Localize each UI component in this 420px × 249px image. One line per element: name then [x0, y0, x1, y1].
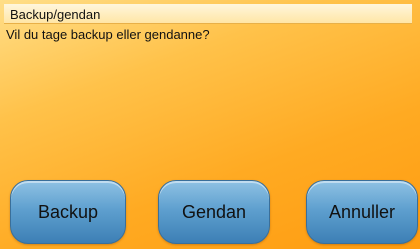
- cancel-button-label: Annuller: [328, 201, 396, 222]
- dialog-title: Backup/gendan: [10, 7, 101, 22]
- restore-button[interactable]: Gendan: [158, 180, 270, 244]
- restore-button-label: Gendan: [181, 201, 247, 222]
- backup-button-label: Backup: [37, 201, 99, 222]
- dialog-message: Vil du tage backup eller gendanne?: [6, 27, 210, 42]
- backup-restore-dialog: Backup/gendan Vil du tage backup eller g…: [0, 0, 420, 249]
- cancel-button[interactable]: Annuller: [306, 180, 418, 244]
- title-bar: Backup/gendan: [4, 4, 412, 24]
- backup-button[interactable]: Backup: [10, 180, 126, 244]
